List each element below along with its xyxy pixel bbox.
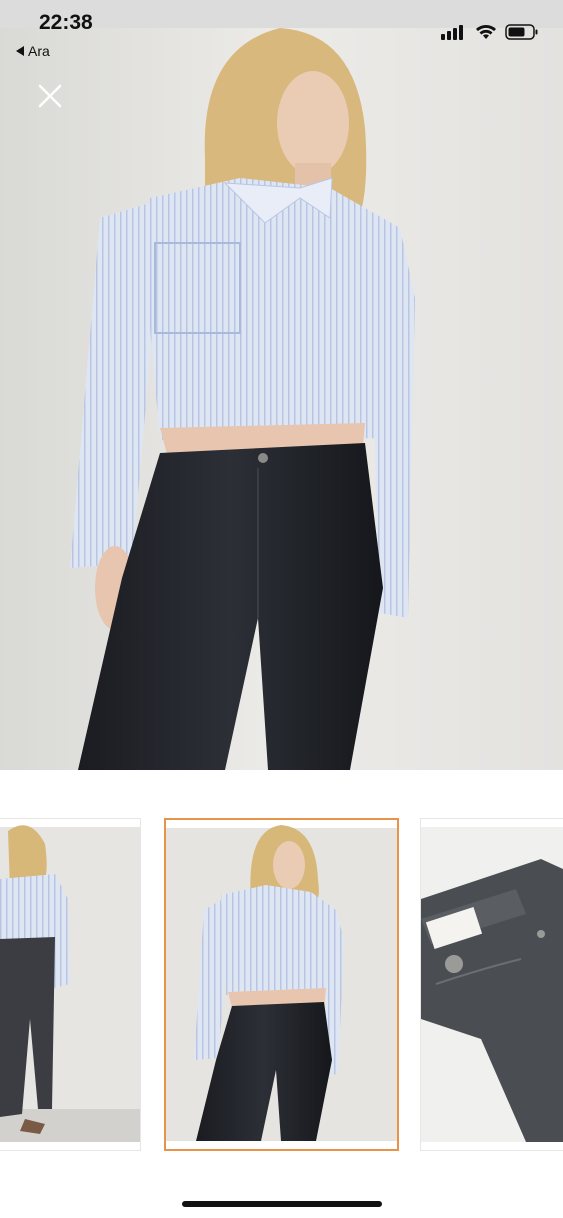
signal-icon: [441, 24, 467, 45]
status-icons: [441, 24, 539, 45]
back-arrow-icon: [16, 46, 24, 56]
back-app-label: Ara: [28, 43, 50, 59]
home-indicator[interactable]: [182, 1201, 382, 1207]
wifi-icon: [475, 24, 497, 45]
thumbnail-detail-view[interactable]: [420, 818, 563, 1151]
close-icon[interactable]: [38, 84, 62, 108]
back-to-app-button[interactable]: Ara: [16, 44, 50, 58]
main-product-image[interactable]: [0, 28, 563, 770]
status-time: 22:38: [39, 11, 93, 34]
thumbnail-front-view[interactable]: [164, 818, 399, 1151]
thumbnail-back-view[interactable]: [0, 818, 141, 1151]
battery-icon: [505, 24, 539, 45]
